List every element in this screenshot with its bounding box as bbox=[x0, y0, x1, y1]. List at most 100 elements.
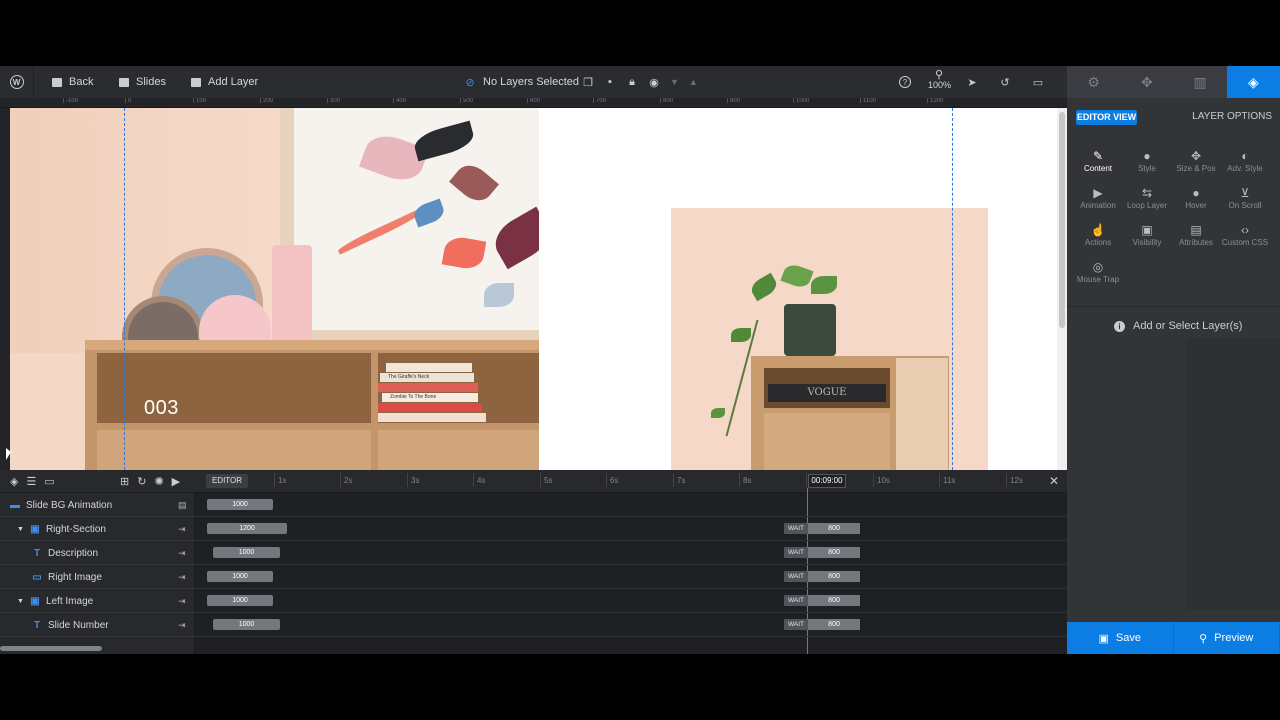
end-animation-bar[interactable]: 800 bbox=[808, 571, 860, 582]
option-animation[interactable]: ▶ Animation bbox=[1072, 186, 1124, 222]
device-button[interactable]: ▭ bbox=[1032, 66, 1044, 98]
end-animation-bar[interactable]: 800 bbox=[808, 547, 860, 558]
save-button[interactable]: ▣ Save bbox=[1067, 622, 1174, 654]
timeline-row[interactable]: T Slide Number ⇥ 1000 WAIT 800 bbox=[0, 613, 1067, 637]
option-custom-css[interactable]: ‹› Custom CSS bbox=[1219, 223, 1271, 259]
wait-marker[interactable]: WAIT bbox=[784, 595, 808, 606]
collapse-caret-icon[interactable]: ▼ bbox=[17, 526, 24, 533]
row-end-icon[interactable]: ⇥ bbox=[178, 541, 186, 565]
visibility-icon: ▣ bbox=[1141, 223, 1153, 237]
timeline-row[interactable]: ▼ ▣ Right-Section ⇥ 1200 WAIT 800 bbox=[0, 517, 1067, 541]
plant-leaf bbox=[811, 276, 837, 294]
wait-marker[interactable]: WAIT bbox=[784, 523, 808, 534]
zoom-control[interactable]: ⚲ 100% bbox=[928, 70, 951, 90]
option-loop-layer[interactable]: ⇆ Loop Layer bbox=[1121, 186, 1173, 222]
row-end-icon[interactable]: ⇥ bbox=[178, 589, 186, 613]
loop-icon: ⇆ bbox=[1141, 186, 1153, 200]
option-style[interactable]: ● Style bbox=[1121, 149, 1173, 185]
lock-icon[interactable]: 🔒︎ bbox=[626, 76, 638, 89]
option-actions[interactable]: ☝ Actions bbox=[1072, 223, 1124, 259]
add-layer-button[interactable]: Add Layer bbox=[191, 66, 258, 98]
timeline-editor-button[interactable]: EDITOR bbox=[206, 474, 248, 488]
list-icon[interactable]: ☰ bbox=[26, 475, 36, 488]
start-animation-bar[interactable]: 1000 bbox=[213, 619, 280, 630]
canvas-scrollbar[interactable] bbox=[1057, 108, 1067, 470]
slide-number-layer[interactable]: 003 bbox=[144, 397, 179, 420]
preview-label: Preview bbox=[1214, 632, 1254, 644]
row-end-icon[interactable]: ⇥ bbox=[178, 613, 186, 637]
wait-marker[interactable]: WAIT bbox=[784, 547, 808, 558]
back-button[interactable]: Back bbox=[52, 66, 93, 98]
end-animation-bar[interactable]: 800 bbox=[808, 619, 860, 630]
right-image-layer[interactable]: VOGUE bbox=[671, 208, 988, 470]
start-animation-bar[interactable]: 1000 bbox=[207, 571, 273, 582]
play-icon[interactable]: ▶ bbox=[172, 475, 180, 488]
arrow-down-icon[interactable]: ▼ bbox=[670, 77, 679, 87]
wait-marker[interactable]: WAIT bbox=[784, 619, 808, 630]
start-animation-bar[interactable]: 1000 bbox=[207, 499, 273, 510]
timeline-row[interactable]: ▬ Slide BG Animation ▤ 1000 bbox=[0, 493, 1067, 517]
playhead-time[interactable]: 00:09:00 bbox=[808, 474, 846, 488]
option-adv-style[interactable]: ◐ Adv. Style bbox=[1219, 149, 1271, 185]
undo-button[interactable]: ↺ bbox=[999, 66, 1011, 98]
move-icon: ✥ bbox=[1190, 149, 1202, 163]
left-image-layer[interactable]: The Giraffe's Neck Zombie To The Bone 00… bbox=[10, 108, 539, 470]
grid-icon[interactable]: ⊞ bbox=[120, 475, 129, 488]
slides-button[interactable]: Slides bbox=[119, 66, 166, 98]
wait-marker[interactable]: WAIT bbox=[784, 571, 808, 582]
row-end-icon[interactable]: ⇥ bbox=[178, 565, 186, 589]
end-animation-bar[interactable]: 800 bbox=[808, 595, 860, 606]
ruler-tick: 500 bbox=[459, 98, 474, 104]
option-on-scroll[interactable]: ⊻ On Scroll bbox=[1219, 186, 1271, 222]
preview-button[interactable]: ⚲ Preview bbox=[1173, 622, 1280, 654]
option-mouse-trap[interactable]: ◎ Mouse Trap bbox=[1072, 260, 1124, 296]
close-icon[interactable]: ✕ bbox=[1049, 474, 1059, 488]
arrow-up-icon[interactable]: ▲ bbox=[689, 77, 698, 87]
end-animation-bar[interactable]: 800 bbox=[808, 523, 860, 534]
collapse-caret-icon[interactable]: ▼ bbox=[17, 598, 24, 605]
start-animation-bar[interactable]: 1000 bbox=[213, 547, 280, 558]
option-size-pos[interactable]: ✥ Size & Pos bbox=[1170, 149, 1222, 185]
target-icon: ◎ bbox=[1092, 260, 1104, 274]
help-button[interactable]: ? bbox=[899, 66, 911, 98]
wordpress-button[interactable]: W bbox=[0, 66, 34, 98]
row-end-icon[interactable]: ⇥ bbox=[178, 517, 186, 541]
slide-canvas[interactable]: The Giraffe's Neck Zombie To The Bone 00… bbox=[10, 108, 1057, 470]
timeline-row[interactable]: T Description ⇥ 1000 WAIT 800 bbox=[0, 541, 1067, 565]
layer-label: ▼ ▣ Right-Section bbox=[17, 517, 106, 541]
select-tool-button[interactable]: ➤ bbox=[966, 66, 978, 98]
option-hover[interactable]: ● Hover bbox=[1170, 186, 1222, 222]
start-animation-bar[interactable]: 1000 bbox=[207, 595, 273, 606]
visibility-icon[interactable]: ◉ bbox=[648, 76, 660, 89]
plant-pot bbox=[784, 304, 836, 356]
navigation-tab[interactable]: ✥ bbox=[1120, 66, 1173, 98]
timeline-row[interactable]: ▼ ▣ Left Image ⇥ 1000 WAIT 800 bbox=[0, 589, 1067, 613]
option-attributes[interactable]: ▤ Attributes bbox=[1170, 223, 1222, 259]
pen-icon: ✎ bbox=[1092, 149, 1104, 163]
option-visibility[interactable]: ▣ Visibility bbox=[1121, 223, 1173, 259]
scrollbar-thumb[interactable] bbox=[1059, 112, 1065, 328]
option-label: Content bbox=[1083, 164, 1113, 173]
layers-icon[interactable]: ◈ bbox=[10, 475, 18, 488]
folder-icon[interactable]: ▭ bbox=[44, 475, 54, 488]
horizontal-ruler: -100 0 100 200 300 400 500 600 700 800 9… bbox=[0, 98, 1067, 108]
layer-label: ▭ Right Image bbox=[32, 565, 102, 589]
add-layer-label: Add Layer bbox=[208, 76, 259, 88]
option-label: Hover bbox=[1185, 201, 1207, 210]
settings-icon[interactable]: ✺ bbox=[154, 475, 163, 488]
row-options-icon[interactable]: ▤ bbox=[178, 493, 187, 517]
layers-tab[interactable]: ◈ bbox=[1226, 66, 1280, 98]
editor-view-button[interactable]: EDITOR VIEW bbox=[1076, 110, 1137, 125]
refresh-icon[interactable]: ↻ bbox=[137, 475, 146, 488]
delete-icon[interactable]: ▪ bbox=[604, 76, 616, 88]
duplicate-icon[interactable]: ❐ bbox=[582, 76, 594, 89]
settings-tab[interactable]: ⚙ bbox=[1067, 66, 1120, 98]
option-label: Mouse Trap bbox=[1076, 275, 1120, 284]
timeline-row[interactable]: ▭ Right Image ⇥ 1000 WAIT 800 bbox=[0, 565, 1067, 589]
start-animation-bar[interactable]: 1200 bbox=[207, 523, 287, 534]
slides-tab[interactable]: ▥ bbox=[1174, 66, 1227, 98]
option-content[interactable]: ✎ Content bbox=[1072, 149, 1124, 185]
group-layer-icon: ▣ bbox=[30, 523, 40, 535]
layer-options-label: LAYER OPTIONS bbox=[1192, 111, 1272, 122]
timeline-scrollbar[interactable] bbox=[0, 646, 102, 651]
